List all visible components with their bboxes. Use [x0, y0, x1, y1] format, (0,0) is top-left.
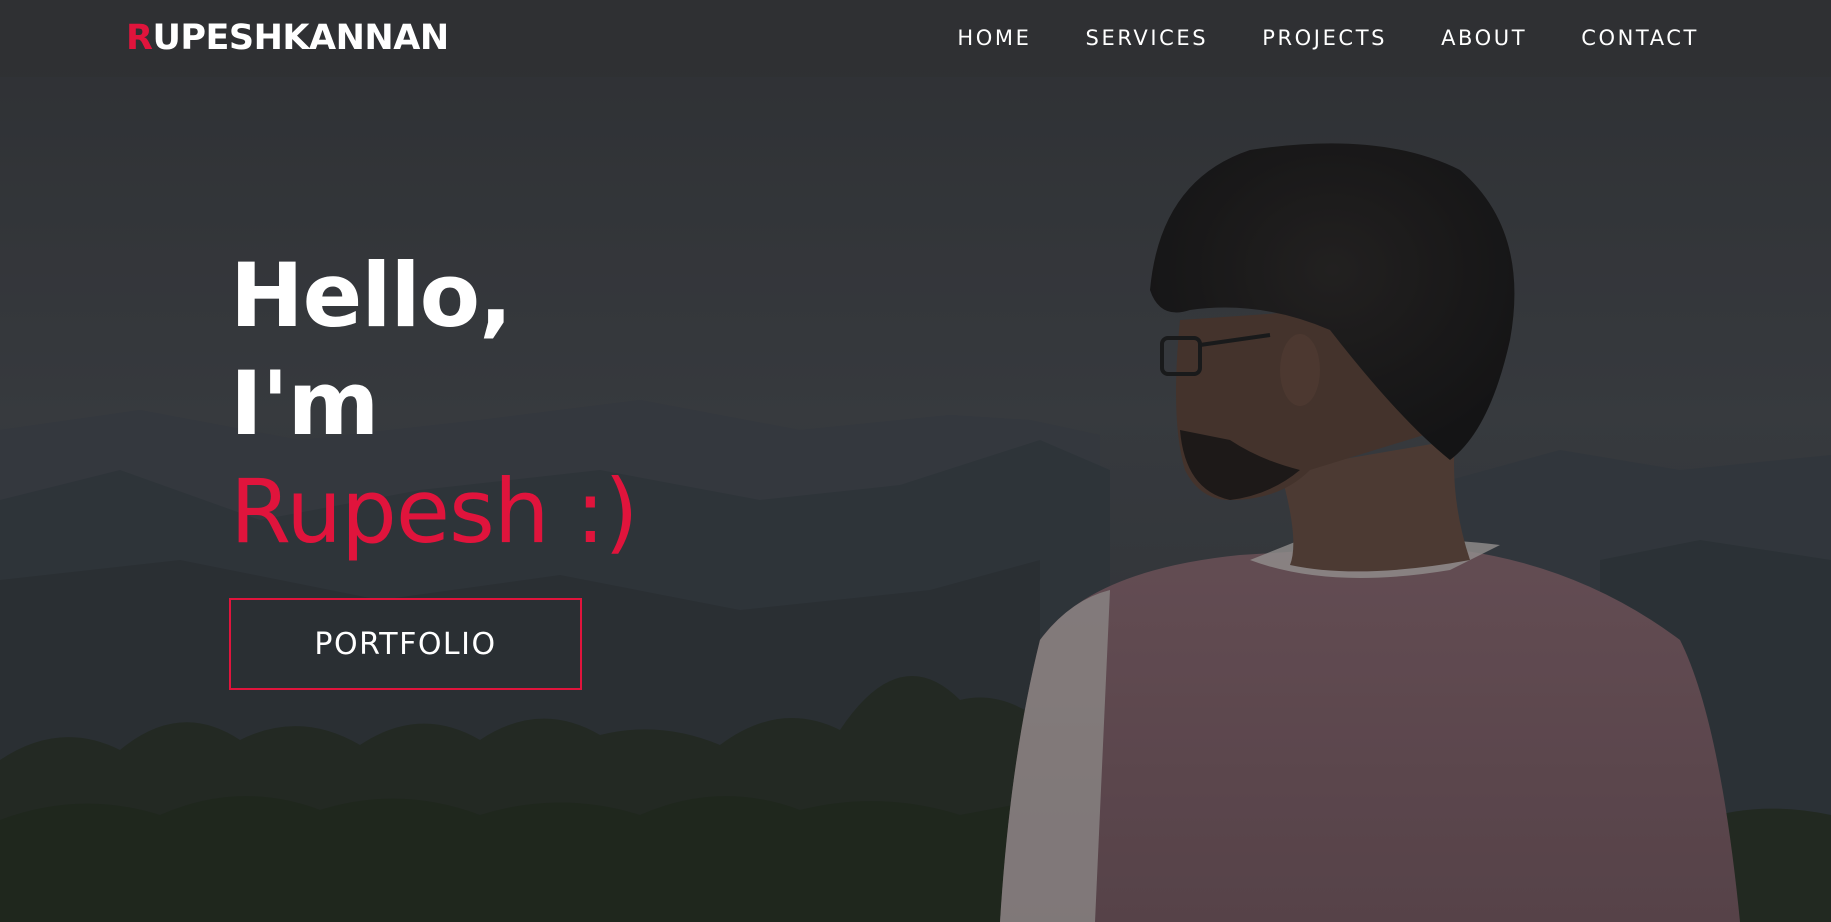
nav-link-about[interactable]: ABOUT	[1441, 28, 1527, 49]
portfolio-button[interactable]: PORTFOLIO	[229, 598, 582, 690]
hero-heading: Hello, I'm Rupesh :)	[230, 242, 639, 566]
logo-text: UPESHKANNAN	[152, 18, 449, 58]
hero-intro: I'm	[230, 352, 379, 455]
hero-name: Rupesh :)	[230, 460, 639, 563]
nav-link-contact[interactable]: CONTACT	[1581, 28, 1699, 49]
page: RUPESHKANNAN HOME SERVICES PROJECTS ABOU…	[0, 0, 1831, 922]
logo-accent-letter: R	[126, 18, 153, 58]
top-navbar: RUPESHKANNAN HOME SERVICES PROJECTS ABOU…	[0, 0, 1831, 77]
site-logo[interactable]: RUPESHKANNAN	[126, 21, 449, 56]
main-nav: HOME SERVICES PROJECTS ABOUT CONTACT	[957, 28, 1699, 49]
nav-link-services[interactable]: SERVICES	[1086, 28, 1209, 49]
nav-link-home[interactable]: HOME	[957, 28, 1031, 49]
hero-greeting: Hello,	[230, 244, 513, 347]
nav-link-projects[interactable]: PROJECTS	[1262, 28, 1387, 49]
